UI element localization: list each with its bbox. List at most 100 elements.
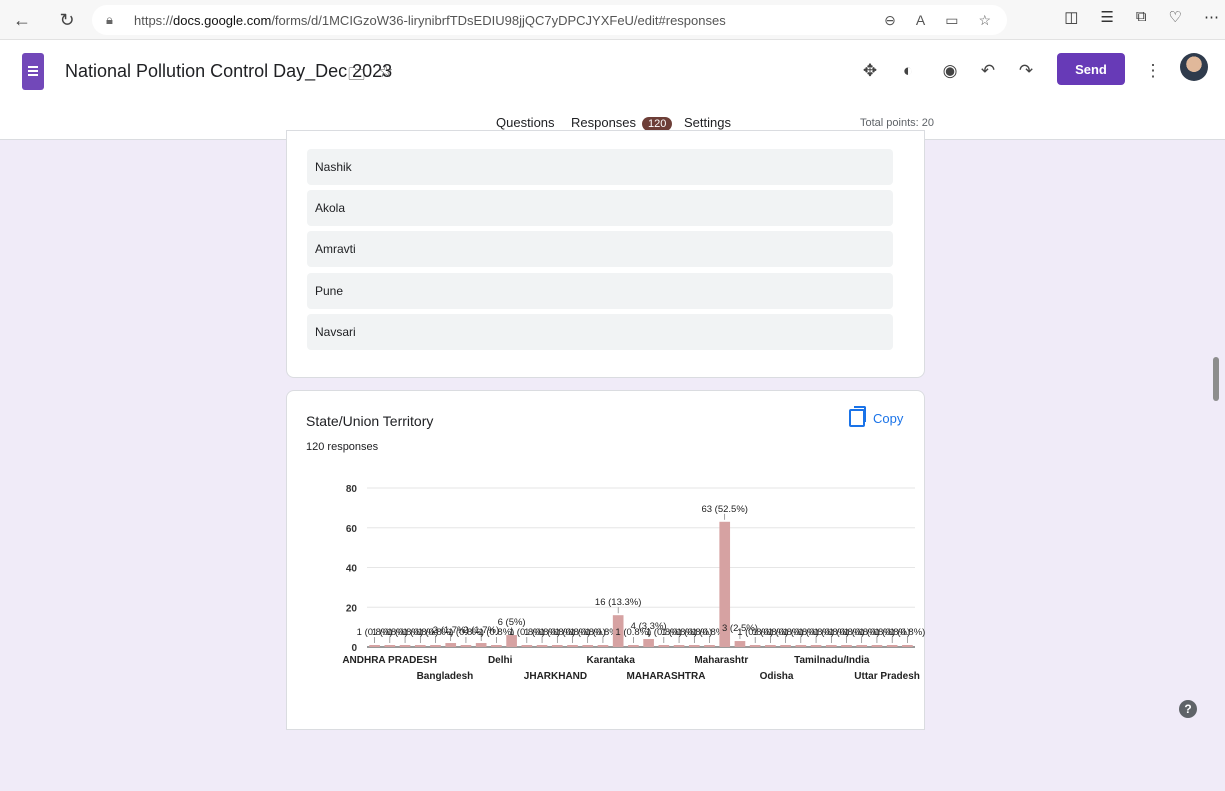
- bar: [582, 645, 594, 647]
- x-category-label: Tamilnadu/India: [794, 655, 870, 666]
- copy-label: Copy: [873, 410, 904, 426]
- bar: [521, 645, 533, 647]
- bar: [825, 645, 837, 647]
- bar: [780, 645, 791, 647]
- bar: [597, 645, 609, 647]
- bar: [567, 645, 578, 647]
- y-tick-label: 20: [346, 603, 358, 614]
- bar: [658, 645, 670, 647]
- copy-chart-button[interactable]: Copy: [849, 406, 904, 427]
- bar: [399, 645, 411, 647]
- zoom-icon[interactable]: ⊖: [884, 12, 896, 29]
- bar: [704, 645, 715, 647]
- x-category-label: Karantaka: [587, 655, 636, 666]
- more-menu-icon[interactable]: ⋯: [1204, 8, 1219, 26]
- form-title[interactable]: National Pollution Control Day_Dec 2023: [65, 61, 392, 82]
- state-chart-card: State/Union Territory 120 responses Copy…: [286, 390, 925, 730]
- x-category-label: Odisha: [760, 671, 794, 682]
- data-label: 1 (0.8%): [889, 627, 925, 638]
- x-category-label: JHARKHAND: [524, 671, 587, 682]
- y-tick-label: 40: [346, 564, 358, 575]
- collections-icon[interactable]: ⧉: [1136, 8, 1147, 26]
- x-category-label: Bangladesh: [417, 671, 474, 682]
- addons-icon[interactable]: ✥: [856, 57, 884, 85]
- page-scrollbar[interactable]: [1213, 357, 1219, 401]
- bar: [734, 641, 746, 647]
- x-category-label: Uttar Pradesh: [854, 671, 920, 682]
- bar: [902, 645, 913, 647]
- x-category-label: Delhi: [488, 655, 513, 666]
- copy-icon: [849, 406, 866, 427]
- bar: [810, 645, 822, 647]
- bar: [460, 645, 472, 647]
- answer-item: Amravti: [307, 231, 893, 267]
- forms-header: National Pollution Control Day_Dec 2023 …: [0, 40, 1225, 140]
- y-tick-label: 80: [346, 484, 358, 495]
- answer-item: Pune: [307, 273, 893, 309]
- browser-toolbar: ← ↻ 🔒︎ https://docs.google.com/forms/d/1…: [0, 0, 1225, 40]
- back-arrow-icon[interactable]: ←: [10, 8, 34, 32]
- tab-responses[interactable]: Responses 120: [571, 115, 673, 131]
- bar-chart: 0204060801 (0.8%)1 (0.8%)1 (0.8%)1 (0.8%…: [342, 484, 925, 682]
- folder-icon[interactable]: 🗀︎: [348, 62, 365, 91]
- bar: [445, 643, 457, 647]
- answer-item: Nashik: [307, 149, 893, 185]
- preview-eye-icon[interactable]: ◉: [936, 57, 964, 85]
- question-title: State/Union Territory: [306, 413, 434, 429]
- bar: [795, 645, 807, 647]
- bar: [551, 645, 563, 647]
- answer-item: Navsari: [307, 314, 893, 350]
- bar: [841, 645, 852, 647]
- tab-responses-label: Responses: [571, 115, 637, 130]
- url-prefix: https://: [134, 12, 174, 28]
- favorites-icon[interactable]: ☰: [1100, 8, 1113, 26]
- send-button[interactable]: Send: [1057, 53, 1125, 85]
- bar: [414, 645, 426, 647]
- bar: [856, 645, 868, 647]
- browser-essentials-icon[interactable]: ♡: [1169, 8, 1182, 26]
- reader-view-icon[interactable]: ▭: [945, 12, 958, 29]
- data-label: 63 (52.5%): [701, 504, 747, 515]
- total-points: Total points: 20: [860, 117, 934, 129]
- more-options-icon[interactable]: ⋮: [1139, 57, 1167, 85]
- tab-settings[interactable]: Settings: [684, 115, 731, 130]
- bar: [491, 645, 502, 647]
- x-category-label: Maharashtr: [694, 655, 748, 666]
- y-tick-label: 60: [346, 524, 358, 535]
- bar: [384, 645, 396, 647]
- x-category-label: MAHARASHTRA: [627, 671, 706, 682]
- palette-icon[interactable]: ◐: [894, 57, 922, 85]
- forms-logo-icon[interactable]: [22, 53, 44, 90]
- x-category-label: ANDHRA PRADESH: [342, 655, 437, 666]
- bar: [536, 645, 548, 647]
- reload-icon[interactable]: ↻: [55, 8, 79, 32]
- bar: [688, 645, 700, 647]
- bar: [430, 645, 441, 647]
- bar: [673, 645, 685, 647]
- bar: [749, 645, 761, 647]
- answer-item: Akola: [307, 190, 893, 226]
- bar: [643, 639, 654, 647]
- data-label: 16 (13.3%): [595, 597, 641, 608]
- response-count: 120 responses: [306, 441, 379, 453]
- y-tick-label: 0: [351, 643, 357, 654]
- bar: [628, 645, 639, 647]
- undo-icon[interactable]: ↶: [974, 57, 1002, 85]
- bar: [886, 645, 898, 647]
- lock-icon: 🔒︎: [106, 12, 113, 27]
- star-icon[interactable]: ☆: [378, 62, 393, 82]
- avatar[interactable]: [1180, 53, 1208, 81]
- url-path: /forms/d/1MCIGzoW36-lirynibrfTDsEDIU98jj…: [271, 12, 726, 28]
- bar: [475, 643, 487, 647]
- redo-icon[interactable]: ↷: [1012, 57, 1040, 85]
- help-icon[interactable]: ?: [1179, 700, 1197, 718]
- favorite-star-icon[interactable]: ☆: [978, 12, 991, 29]
- responses-count-badge: 120: [642, 117, 673, 131]
- bar: [871, 645, 883, 647]
- bar: [369, 645, 380, 647]
- split-screen-icon[interactable]: ◫: [1064, 8, 1078, 26]
- read-aloud-icon[interactable]: A: [916, 12, 925, 29]
- address-bar[interactable]: 🔒︎ https://docs.google.com/forms/d/1MCIG…: [92, 5, 1007, 35]
- tab-questions[interactable]: Questions: [496, 115, 555, 130]
- text-answers-card: Nashik Akola Amravti Pune Navsari: [286, 130, 925, 378]
